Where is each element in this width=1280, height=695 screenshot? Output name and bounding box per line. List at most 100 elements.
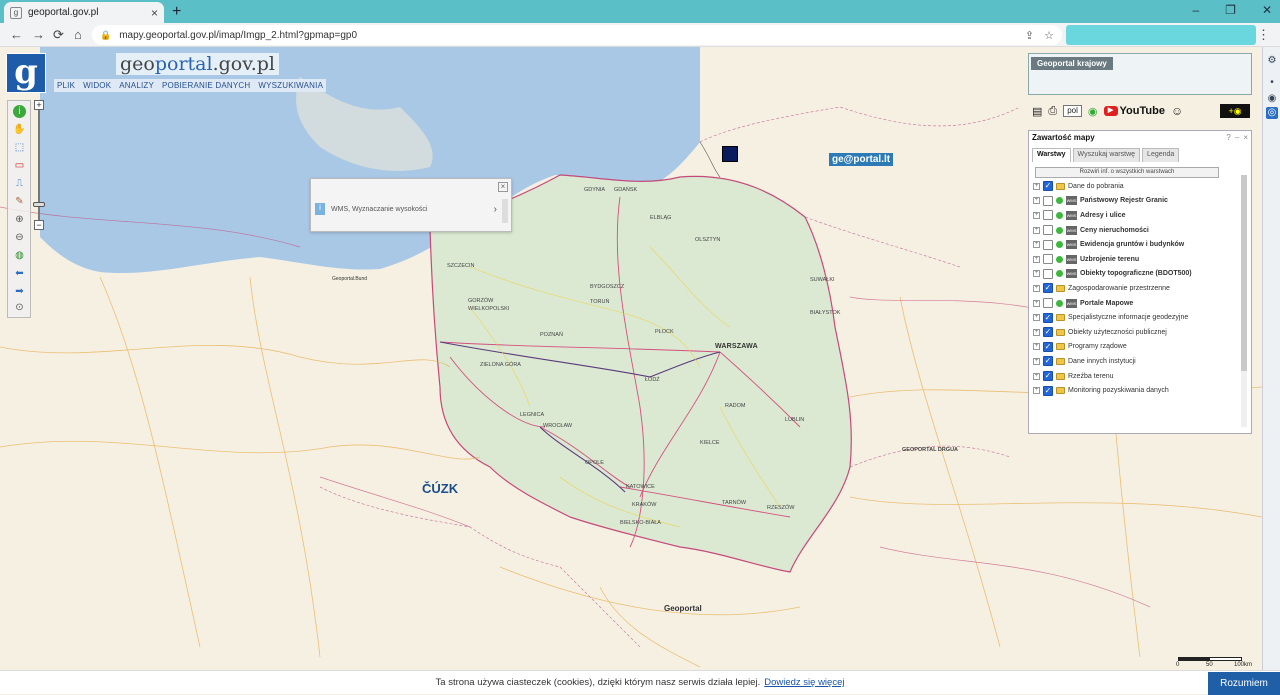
geoportal-sk-link[interactable]: Geoportal	[664, 604, 702, 613]
forward-button[interactable]: →	[32, 27, 45, 42]
popup-close-icon[interactable]: ×	[498, 182, 508, 192]
expand-layer-icon[interactable]: +	[1033, 182, 1040, 190]
info-icon[interactable]: i	[13, 105, 26, 118]
cookie-accept-button[interactable]: Rozumiem	[1208, 672, 1280, 695]
expand-layer-icon[interactable]: +	[1033, 357, 1040, 365]
tab-wyszukaj-warstwe[interactable]: Wyszukaj warstwę	[1072, 148, 1141, 162]
expand-layer-icon[interactable]: +	[1033, 284, 1040, 292]
layer-checkbox[interactable]	[1043, 298, 1053, 309]
home-button[interactable]: ⌂	[74, 27, 82, 42]
expand-layer-icon[interactable]: +	[1033, 197, 1040, 205]
cuzk-link[interactable]: ČÚZK	[422, 481, 458, 496]
zoom-slider[interactable]: + −	[33, 100, 45, 230]
tab-legenda[interactable]: Legenda	[1142, 148, 1180, 162]
prev-view-icon[interactable]: ⬅	[13, 267, 26, 280]
layer-checkbox[interactable]	[1043, 254, 1053, 265]
expand-layer-icon[interactable]: +	[1033, 328, 1040, 336]
menu-wyszukiwania[interactable]: WYSZUKIWANIA	[255, 79, 327, 92]
zoom-minus-button[interactable]: −	[34, 220, 44, 230]
layer-row[interactable]: + ✓ Dane do pobrania	[1033, 179, 1239, 194]
browser-menu-icon[interactable]: ⋮	[1257, 27, 1270, 43]
layer-checkbox[interactable]: ✓	[1043, 312, 1053, 323]
layer-row[interactable]: + WMS Adresy i ulice	[1033, 208, 1239, 223]
menu-widok[interactable]: WIDOK	[80, 79, 115, 92]
zoom-box-icon[interactable]: ⬚	[13, 141, 26, 154]
back-button[interactable]: ←	[10, 27, 23, 42]
minimize-panel-icon[interactable]: –	[1235, 133, 1239, 143]
layer-row[interactable]: + ✓ Rzeźba terenu	[1033, 369, 1239, 384]
new-tab-button[interactable]: +	[172, 3, 181, 21]
measure-icon[interactable]: ⎍	[13, 177, 26, 190]
expand-layer-icon[interactable]: +	[1033, 372, 1040, 380]
zoom-thumb[interactable]	[33, 202, 45, 207]
browser-tab[interactable]: g geoportal.gov.pl ×	[4, 2, 164, 23]
close-window-icon[interactable]: ✕	[1262, 3, 1272, 17]
expand-layer-icon[interactable]: +	[1033, 255, 1040, 263]
layer-checkbox[interactable]	[1043, 239, 1053, 250]
popup-scrollbar[interactable]	[502, 199, 508, 223]
layer-scrollbar[interactable]	[1241, 175, 1247, 427]
menu-analizy[interactable]: ANALIZY	[116, 79, 158, 92]
accessibility-icon[interactable]: +◉	[1220, 104, 1250, 118]
smile-icon[interactable]: ☺	[1171, 104, 1183, 118]
expand-layer-icon[interactable]: +	[1033, 387, 1040, 395]
geoportal-lt-link[interactable]: ge@portal.lt	[829, 153, 894, 166]
maximize-icon[interactable]: ❐	[1225, 3, 1236, 17]
layer-row[interactable]: + WMS Państwowy Rejestr Granic	[1033, 194, 1239, 209]
next-view-icon[interactable]: ➡	[13, 285, 26, 298]
expand-layer-icon[interactable]: +	[1033, 270, 1040, 278]
geoportal-ua-link[interactable]: GEOPORTAL DRGUA	[902, 447, 958, 453]
layer-checkbox[interactable]: ✓	[1043, 371, 1053, 382]
close-panel-icon[interactable]: ×	[1243, 133, 1248, 143]
globe-icon[interactable]: ◍	[13, 249, 26, 262]
layer-checkbox[interactable]	[1043, 268, 1053, 279]
print-icon[interactable]: ⎙	[1048, 105, 1057, 118]
layer-row[interactable]: + ✓ Monitoring pozyskiwania danych	[1033, 383, 1239, 398]
zoom-plus-button[interactable]: +	[34, 100, 44, 110]
layer-row[interactable]: + WMS Uzbrojenie terenu	[1033, 252, 1239, 267]
layer-row[interactable]: + WMS Portale Mapowe	[1033, 296, 1239, 311]
expand-layer-icon[interactable]: +	[1033, 314, 1040, 322]
eye-icon[interactable]: ◉	[1266, 93, 1278, 105]
layer-row[interactable]: + ✓ Dane innych instytucji	[1033, 354, 1239, 369]
layer-checkbox[interactable]: ✓	[1043, 181, 1053, 192]
overview-map[interactable]: Geoportal krajowy	[1028, 53, 1252, 95]
geoportal-de-link[interactable]: Geoportal.Bund	[332, 276, 367, 282]
pencil-icon[interactable]: ✎	[13, 195, 26, 208]
tab-close-icon[interactable]: ×	[151, 6, 158, 20]
menu-plik[interactable]: PLIK	[54, 79, 79, 92]
layer-checkbox[interactable]	[1043, 195, 1053, 206]
layer-checkbox[interactable]	[1043, 210, 1053, 221]
locate-icon[interactable]: ⊙	[13, 301, 26, 314]
zoom-out-box-icon[interactable]: ▭	[13, 159, 26, 172]
settings-icon[interactable]: ⚙	[1266, 55, 1278, 67]
reload-button[interactable]: ⟳	[53, 27, 64, 43]
layer-checkbox[interactable]: ✓	[1043, 283, 1053, 294]
geoportal-logo[interactable]: g	[6, 53, 46, 93]
document-icon[interactable]: ▤	[1032, 105, 1042, 118]
layer-row[interactable]: + WMS Ewidencja gruntów i budynków	[1033, 237, 1239, 252]
share-icon[interactable]: ⇪	[1025, 29, 1034, 42]
youtube-link[interactable]: ▶ YouTube	[1103, 105, 1165, 117]
layer-checkbox[interactable]: ✓	[1043, 356, 1053, 367]
layer-row[interactable]: + ✓ Zagospodarowanie przestrzenne	[1033, 281, 1239, 296]
layer-checkbox[interactable]: ✓	[1043, 341, 1053, 352]
menu-pobieranie-danych[interactable]: POBIERANIE DANYCH	[159, 79, 254, 92]
layer-row[interactable]: + WMS Ceny nieruchomości	[1033, 223, 1239, 238]
expand-layer-icon[interactable]: +	[1033, 241, 1040, 249]
expand-layer-icon[interactable]: +	[1033, 211, 1040, 219]
expand-layer-icon[interactable]: +	[1033, 226, 1040, 234]
url-field[interactable]: 🔒 mapy.geoportal.gov.pl/imap/Imgp_2.html…	[92, 25, 1062, 45]
tab-warstwy[interactable]: Warstwy	[1032, 148, 1071, 162]
help-icon[interactable]: ?	[1226, 133, 1230, 143]
pan-hand-icon[interactable]: ✋	[13, 123, 26, 136]
zoom-in-icon[interactable]: ⊕	[13, 213, 26, 226]
language-select[interactable]: pol	[1063, 105, 1082, 117]
expand-layer-icon[interactable]: +	[1033, 299, 1040, 307]
visibility-icon[interactable]: ◎	[1266, 107, 1278, 119]
layer-row[interactable]: + WMS Obiekty topograficzne (BDOT500)	[1033, 267, 1239, 282]
dot-icon[interactable]: •	[1266, 77, 1278, 89]
layer-row[interactable]: + ✓ Specjalistyczne informacje geodezyjne	[1033, 310, 1239, 325]
popup-item[interactable]: i WMS, Wyznaczanie wysokości ›	[315, 201, 497, 217]
eu-flag-icon[interactable]	[722, 146, 738, 162]
